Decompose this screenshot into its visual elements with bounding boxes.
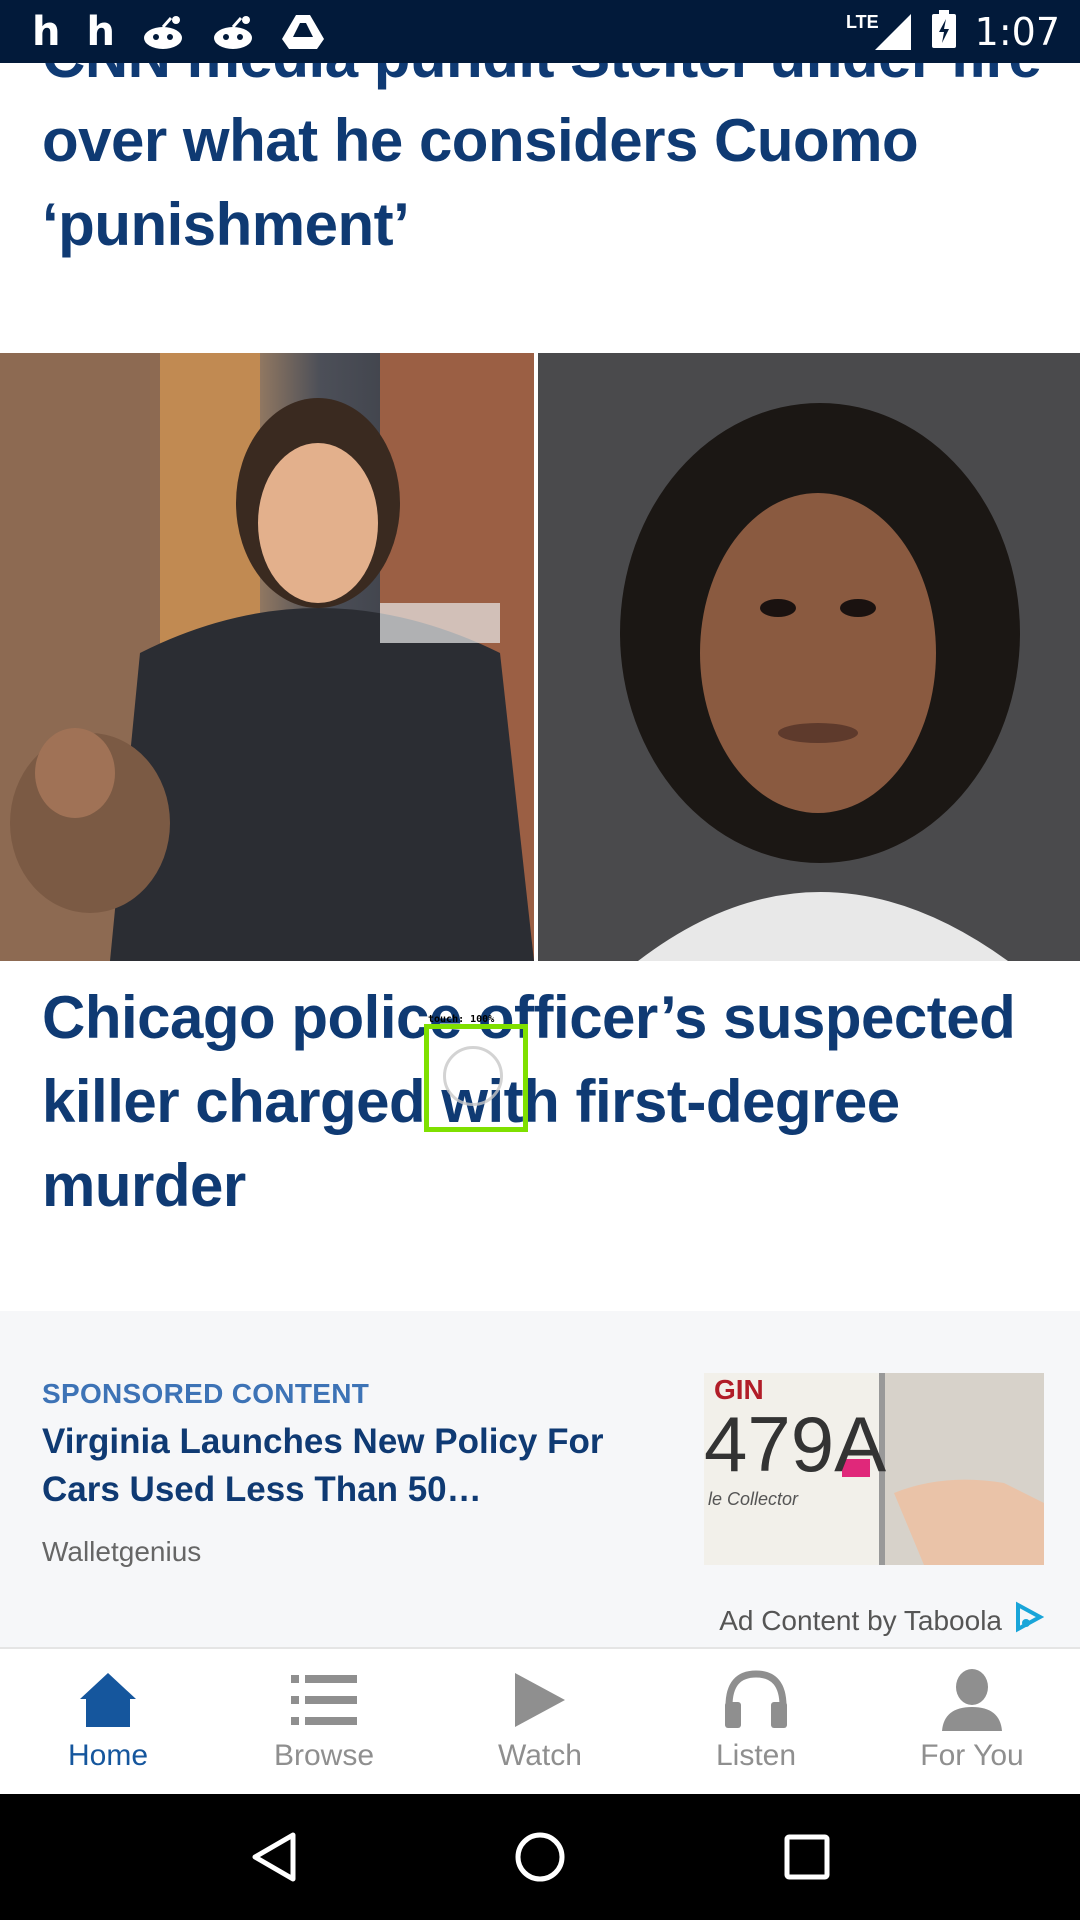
person-icon	[932, 1665, 1012, 1735]
headphones-icon	[716, 1665, 796, 1735]
nav-label: Browse	[273, 1739, 375, 1772]
story-headline[interactable]: CNN media pundit Stelter under fire over…	[42, 63, 1052, 267]
news-feed[interactable]: CNN media pundit Stelter under fire over…	[0, 63, 1080, 1647]
nav-listen[interactable]: Listen	[648, 1649, 864, 1794]
battery-charging-icon	[931, 9, 957, 54]
nav-home[interactable]: Home	[0, 1649, 216, 1794]
suspect-photo	[538, 353, 1080, 961]
play-icon	[500, 1665, 580, 1735]
recents-icon[interactable]	[772, 1822, 842, 1892]
sponsored-image[interactable]: GIN 479A le Collector	[704, 1373, 1044, 1565]
home-icon	[68, 1665, 148, 1735]
nav-label: For You	[920, 1739, 1024, 1772]
lte-signal-icon: LTE	[846, 12, 913, 52]
drive-icon	[281, 13, 325, 51]
sponsored-title[interactable]: Virginia Launches New Policy For Cars Us…	[42, 1418, 642, 1514]
sponsored-card[interactable]: SPONSORED CONTENT Virginia Launches New …	[0, 1311, 1080, 1647]
story-headline[interactable]: Chicago police officer’s suspected kille…	[42, 976, 1052, 1228]
status-bar: h h LTE 1:07	[0, 0, 1080, 63]
clock: 1:07	[974, 9, 1060, 54]
touch-indicator-circle	[443, 1046, 503, 1106]
sponsored-source: Walletgenius	[42, 1536, 202, 1567]
plate-collector-text: le Collector	[708, 1489, 799, 1509]
reddit-icon	[211, 14, 255, 50]
story-image[interactable]	[0, 353, 1080, 961]
officer-photo	[0, 353, 534, 961]
taboola-icon	[1012, 1601, 1045, 1640]
notification-h-icon: h	[86, 8, 115, 55]
system-navigation	[0, 1794, 1080, 1920]
list-icon	[284, 1665, 364, 1735]
plate-number-text: 479A	[704, 1400, 886, 1488]
reddit-icon	[141, 14, 185, 50]
nav-browse[interactable]: Browse	[216, 1649, 432, 1794]
ad-credit[interactable]: Ad Content by Taboola	[719, 1601, 1045, 1640]
ad-credit-text: Ad Content by Taboola	[719, 1604, 1002, 1636]
nav-for-you[interactable]: For You	[864, 1649, 1080, 1794]
home-circle-icon[interactable]	[505, 1822, 575, 1892]
nav-label: Home	[67, 1739, 149, 1772]
notification-h-icon: h	[32, 8, 61, 55]
back-icon[interactable]	[238, 1822, 308, 1892]
bottom-navigation: Home Browse Watch Listen For You	[0, 1647, 1080, 1794]
nav-watch[interactable]: Watch	[432, 1649, 648, 1794]
nav-label: Watch	[498, 1739, 582, 1772]
sponsored-tag: SPONSORED CONTENT	[42, 1378, 370, 1409]
nav-label: Listen	[715, 1739, 797, 1772]
